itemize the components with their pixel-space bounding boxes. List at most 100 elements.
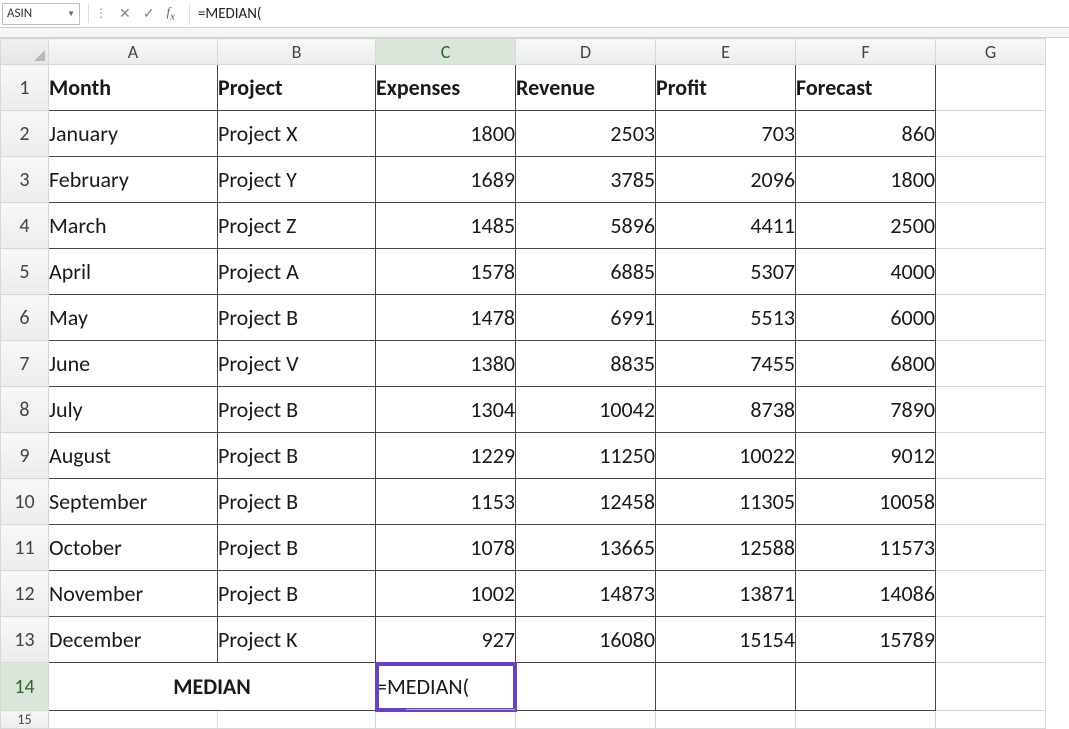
cell-F2[interactable]: 860 xyxy=(796,111,936,157)
cell-C9[interactable]: 1229 xyxy=(376,433,516,479)
cell-F14[interactable] xyxy=(796,663,936,711)
cell-C15[interactable] xyxy=(376,711,516,729)
row-header-6[interactable]: 6 xyxy=(1,295,49,341)
col-header-E[interactable]: E xyxy=(656,39,796,65)
cell-E14[interactable] xyxy=(656,663,796,711)
cell-B1[interactable]: Project xyxy=(218,65,376,111)
cell-B12[interactable]: Project B xyxy=(218,571,376,617)
row-header-2[interactable]: 2 xyxy=(1,111,49,157)
cell-B3[interactable]: Project Y xyxy=(218,157,376,203)
cell-G8[interactable] xyxy=(936,387,1046,433)
row-header-9[interactable]: 9 xyxy=(1,433,49,479)
cell-G3[interactable] xyxy=(936,157,1046,203)
cell-B10[interactable]: Project B xyxy=(218,479,376,525)
cell-D1[interactable]: Revenue xyxy=(516,65,656,111)
row-header-14[interactable]: 14 xyxy=(1,663,49,711)
cell-G2[interactable] xyxy=(936,111,1046,157)
col-header-C[interactable]: C xyxy=(376,39,516,65)
chevron-down-icon[interactable]: ▼ xyxy=(67,9,75,19)
cell-A1[interactable]: Month xyxy=(49,65,218,111)
cell-B2[interactable]: Project X xyxy=(218,111,376,157)
cell-G5[interactable] xyxy=(936,249,1046,295)
cell-F9[interactable]: 9012 xyxy=(796,433,936,479)
cell-G1[interactable] xyxy=(936,65,1046,111)
cell-A15[interactable] xyxy=(49,711,218,729)
col-header-F[interactable]: F xyxy=(796,39,936,65)
cell-G14[interactable] xyxy=(936,663,1046,711)
cell-D5[interactable]: 6885 xyxy=(516,249,656,295)
row-header-7[interactable]: 7 xyxy=(1,341,49,387)
enter-check-icon[interactable]: ✓ xyxy=(143,5,155,22)
cell-C5[interactable]: 1578 xyxy=(376,249,516,295)
cell-E10[interactable]: 11305 xyxy=(656,479,796,525)
cell-E12[interactable]: 13871 xyxy=(656,571,796,617)
cell-C10[interactable]: 1153 xyxy=(376,479,516,525)
cell-F6[interactable]: 6000 xyxy=(796,295,936,341)
cell-B5[interactable]: Project A xyxy=(218,249,376,295)
cell-A13[interactable]: December xyxy=(49,617,218,663)
row-header-15[interactable]: 15 xyxy=(1,711,49,729)
cell-E2[interactable]: 703 xyxy=(656,111,796,157)
cell-F10[interactable]: 10058 xyxy=(796,479,936,525)
cell-A11[interactable]: October xyxy=(49,525,218,571)
cell-C8[interactable]: 1304 xyxy=(376,387,516,433)
row-header-10[interactable]: 10 xyxy=(1,479,49,525)
cell-B15[interactable] xyxy=(218,711,376,729)
cell-A9[interactable]: August xyxy=(49,433,218,479)
cell-B7[interactable]: Project V xyxy=(218,341,376,387)
cell-B13[interactable]: Project K xyxy=(218,617,376,663)
row-header-3[interactable]: 3 xyxy=(1,157,49,203)
cell-E13[interactable]: 15154 xyxy=(656,617,796,663)
row-header-11[interactable]: 11 xyxy=(1,525,49,571)
row-header-5[interactable]: 5 xyxy=(1,249,49,295)
cell-A8[interactable]: July xyxy=(49,387,218,433)
cell-F11[interactable]: 11573 xyxy=(796,525,936,571)
cell-A6[interactable]: May xyxy=(49,295,218,341)
col-header-D[interactable]: D xyxy=(516,39,656,65)
fx-icon[interactable]: fx xyxy=(166,4,174,23)
cell-A12[interactable]: November xyxy=(49,571,218,617)
cell-B11[interactable]: Project B xyxy=(218,525,376,571)
cell-G10[interactable] xyxy=(936,479,1046,525)
cell-F4[interactable]: 2500 xyxy=(796,203,936,249)
cell-A3[interactable]: February xyxy=(49,157,218,203)
cell-G11[interactable] xyxy=(936,525,1046,571)
cell-B6[interactable]: Project B xyxy=(218,295,376,341)
cell-F12[interactable]: 14086 xyxy=(796,571,936,617)
cell-D13[interactable]: 16080 xyxy=(516,617,656,663)
cell-D10[interactable]: 12458 xyxy=(516,479,656,525)
cell-D12[interactable]: 14873 xyxy=(516,571,656,617)
cell-G12[interactable] xyxy=(936,571,1046,617)
cell-G15[interactable] xyxy=(936,711,1046,729)
cell-E6[interactable]: 5513 xyxy=(656,295,796,341)
row-header-8[interactable]: 8 xyxy=(1,387,49,433)
cell-F5[interactable]: 4000 xyxy=(796,249,936,295)
cell-D4[interactable]: 5896 xyxy=(516,203,656,249)
row-header-13[interactable]: 13 xyxy=(1,617,49,663)
row-header-12[interactable]: 12 xyxy=(1,571,49,617)
cell-A5[interactable]: April xyxy=(49,249,218,295)
cell-C3[interactable]: 1689 xyxy=(376,157,516,203)
cell-D15[interactable] xyxy=(516,711,656,729)
cell-E4[interactable]: 4411 xyxy=(656,203,796,249)
cell-D2[interactable]: 2503 xyxy=(516,111,656,157)
cell-C11[interactable]: 1078 xyxy=(376,525,516,571)
cell-A7[interactable]: June xyxy=(49,341,218,387)
row-header-1[interactable]: 1 xyxy=(1,65,49,111)
cell-G13[interactable] xyxy=(936,617,1046,663)
cell-E1[interactable]: Profit xyxy=(656,65,796,111)
cell-F13[interactable]: 15789 xyxy=(796,617,936,663)
formula-input[interactable]: =MEDIAN( xyxy=(189,3,1067,25)
cell-B8[interactable]: Project B xyxy=(218,387,376,433)
cancel-icon[interactable]: ✕ xyxy=(119,5,131,22)
cell-C6[interactable]: 1478 xyxy=(376,295,516,341)
col-header-G[interactable]: G xyxy=(936,39,1046,65)
cell-F8[interactable]: 7890 xyxy=(796,387,936,433)
cell-E5[interactable]: 5307 xyxy=(656,249,796,295)
cell-B4[interactable]: Project Z xyxy=(218,203,376,249)
cell-D9[interactable]: 11250 xyxy=(516,433,656,479)
cell-G7[interactable] xyxy=(936,341,1046,387)
cell-C12[interactable]: 1002 xyxy=(376,571,516,617)
cell-E3[interactable]: 2096 xyxy=(656,157,796,203)
cell-A10[interactable]: September xyxy=(49,479,218,525)
